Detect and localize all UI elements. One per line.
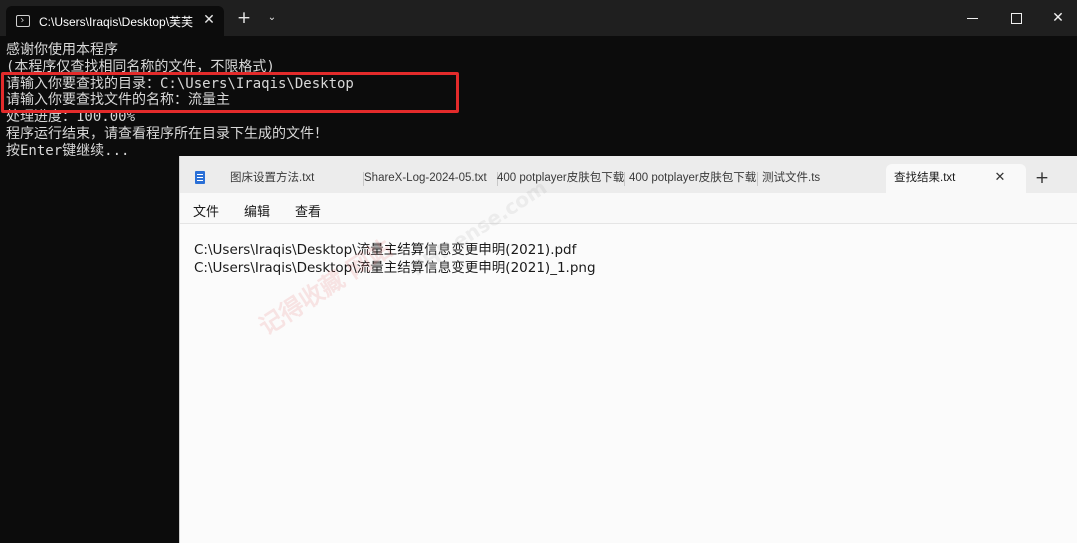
tab-label: 图床设置方法.txt [230, 172, 315, 184]
tab-label: ShareX-Log-2024-05.txt [364, 172, 487, 184]
tab-file[interactable]: 400 potplayer皮肤包下载 [622, 164, 758, 193]
notepad-window: 图床设置方法.txt ShareX-Log-2024-05.txt 400 po… [179, 156, 1077, 543]
terminal-tab[interactable]: C:\Users\Iraqis\Desktop\芙芙 ✕ [6, 6, 224, 36]
close-window-button[interactable]: ✕ [1042, 6, 1074, 30]
terminal-titlebar: C:\Users\Iraqis\Desktop\芙芙 ✕ + ⌄ ✕ [0, 0, 1077, 36]
new-tab-button[interactable]: + [234, 8, 254, 28]
menu-file[interactable]: 文件 [193, 201, 219, 220]
tab-label: 测试文件.ts [762, 172, 821, 184]
maximize-icon [1010, 12, 1022, 24]
terminal-line: 程序运行结束，请查看程序所在目录下生成的文件！ [6, 125, 328, 142]
close-icon[interactable]: ✕ [992, 170, 1008, 186]
notepad-editor[interactable]: C:\Users\Iraqis\Desktop\流量主结算信息变更申明(2021… [180, 224, 1077, 543]
notepad-menubar: 文件 编辑 查看 [180, 193, 1077, 224]
tab-file[interactable]: 测试文件.ts [755, 164, 892, 193]
close-tab-icon[interactable]: ✕ [199, 10, 219, 30]
terminal-tab-title: C:\Users\Iraqis\Desktop\芙芙 [39, 15, 194, 29]
terminal-line: 感谢你使用本程序 [6, 42, 118, 58]
terminal-icon [16, 15, 30, 27]
tab-label: 400 potplayer皮肤包下载 [629, 172, 757, 184]
tab-file[interactable]: 图床设置方法.txt [222, 164, 364, 193]
result-line: C:\Users\Iraqis\Desktop\流量主结算信息变更申明(2021… [194, 260, 596, 276]
tab-label: 400 potplayer皮肤包下载 [497, 172, 625, 184]
minimize-icon [966, 17, 978, 19]
menu-edit[interactable]: 编辑 [244, 201, 270, 220]
tab-label: 查找结果.txt [894, 172, 956, 184]
tab-file[interactable]: 400 potplayer皮肤包下载 [490, 164, 625, 193]
tab-file[interactable]: ShareX-Log-2024-05.txt [356, 164, 498, 193]
highlight-box [1, 72, 459, 113]
chevron-down-icon[interactable]: ⌄ [263, 8, 281, 28]
notepad-icon [195, 171, 205, 184]
new-tab-button[interactable]: + [1034, 168, 1050, 188]
menu-view[interactable]: 查看 [295, 201, 321, 220]
notepad-tabstrip: 图床设置方法.txt ShareX-Log-2024-05.txt 400 po… [180, 156, 1077, 193]
minimize-button[interactable] [956, 6, 988, 30]
result-line: C:\Users\Iraqis\Desktop\流量主结算信息变更申明(2021… [194, 242, 577, 258]
maximize-button[interactable] [1000, 6, 1032, 30]
